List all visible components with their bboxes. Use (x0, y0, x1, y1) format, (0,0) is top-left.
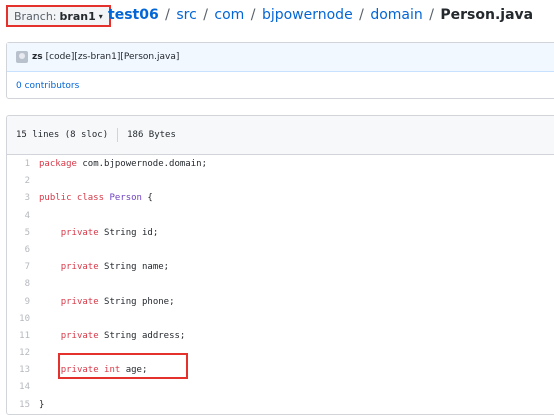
commit-author[interactable]: zs (32, 52, 43, 62)
code-line: 2 (7, 173, 554, 190)
breadcrumb-file-name: Person.java (440, 7, 534, 23)
code-token: com.bjpowernode.domain; (82, 159, 207, 169)
code-line: 8 (7, 276, 554, 293)
code-text: } (39, 397, 44, 414)
code-token: } (39, 399, 45, 410)
breadcrumb-separator: / (250, 7, 256, 23)
code-line: 1 package com.bjpowernode.domain; (7, 156, 554, 173)
line-number[interactable]: 7 (7, 259, 39, 276)
breadcrumb-bjpowernode-link[interactable]: bjpowernode (262, 7, 353, 23)
code-line: 9 private String phone; (7, 294, 554, 311)
line-number[interactable]: 11 (7, 328, 39, 345)
code-line: 12 (7, 345, 554, 362)
code-token: private int (60, 365, 126, 376)
line-number[interactable]: 14 (7, 379, 39, 396)
breadcrumb-src-link[interactable]: src (176, 7, 196, 23)
file-size: 186 Bytes (127, 130, 176, 140)
code-token: String id; (104, 227, 159, 238)
code-token: private (60, 227, 105, 238)
breadcrumb-separator: / (359, 7, 364, 23)
code-token: String address; (104, 330, 186, 341)
code-text: public class Person { (39, 190, 153, 207)
code-line: 6 (7, 242, 554, 259)
line-number[interactable]: 4 (7, 208, 39, 225)
code-token: private (60, 330, 105, 341)
branch-label: Branch: (14, 9, 57, 23)
code-line: 11 private String address; (7, 328, 554, 345)
code-token: age; (125, 365, 148, 376)
code-token: Person (109, 193, 142, 204)
line-number[interactable]: 1 (7, 156, 39, 173)
line-number[interactable]: 5 (7, 225, 39, 242)
code-line: 10 (7, 311, 554, 328)
code-line: 15} (7, 397, 554, 414)
breadcrumb-separator: / (203, 7, 208, 23)
line-number[interactable]: 2 (7, 173, 39, 190)
code-text: private String phone; (39, 294, 175, 311)
breadcrumb: test06 / src / com / bjpowernode / domai… (108, 7, 533, 23)
branch-value: bran1 (59, 9, 96, 23)
breadcrumb-separator: / (165, 7, 170, 23)
line-number[interactable]: 8 (7, 276, 39, 293)
line-number[interactable]: 3 (7, 190, 39, 207)
breadcrumb-separator: / (429, 7, 434, 23)
avatar[interactable] (16, 51, 28, 63)
code-token: private (60, 262, 105, 273)
code-listing: 1 package com.bjpowernode.domain; 2 3 public… (7, 156, 554, 414)
line-number[interactable]: 9 (7, 294, 39, 311)
file-header: 15 lines (8 sloc) 186 Bytes (7, 116, 554, 155)
contributors-link[interactable]: 0 contributors (16, 81, 79, 91)
code-token: package (39, 159, 83, 169)
code-line: 3 public class Person { (7, 190, 554, 207)
contributors-row: 0 contributors (7, 72, 554, 100)
branch-select-button[interactable]: Branch: bran1 ▾ (6, 5, 111, 27)
code-token: { (141, 193, 153, 204)
header-divider (117, 128, 119, 142)
file-viewer: 15 lines (8 sloc) 186 Bytes 1 package com… (6, 115, 554, 415)
line-number[interactable]: 10 (7, 311, 39, 328)
line-number[interactable]: 13 (7, 362, 39, 379)
code-line: 7 private String name; (7, 259, 554, 276)
code-text: private String address; (39, 328, 186, 345)
breadcrumb-repo-link[interactable]: test06 (108, 7, 159, 23)
code-token: String phone; (104, 296, 175, 307)
breadcrumb-bar: Branch: bran1 ▾ test06 / src / com / bjp… (0, 0, 554, 34)
code-token: String name; (104, 262, 170, 273)
line-number[interactable]: 12 (7, 345, 39, 362)
line-number[interactable]: 15 (7, 397, 39, 414)
code-line: 14 (7, 379, 554, 396)
breadcrumb-com-link[interactable]: com (214, 7, 244, 23)
breadcrumb-domain-link[interactable]: domain (370, 7, 422, 23)
code-token: public class (39, 193, 110, 204)
code-line: 5 private String id; (7, 225, 554, 242)
code-text: private String name; (39, 259, 169, 276)
line-number[interactable]: 6 (7, 242, 39, 259)
commit-message[interactable]: [code][zs-bran1][Person.java] (46, 52, 180, 62)
code-text: private String id; (39, 225, 159, 242)
latest-commit-row: zs [code][zs-bran1][Person.java] (7, 43, 554, 72)
code-token: private (60, 296, 105, 307)
chevron-down-icon: ▾ (98, 11, 103, 21)
code-text: private int age; (39, 362, 148, 379)
code-line: 13 private int age; (7, 362, 554, 379)
file-lines-info: 15 lines (8 sloc) (16, 130, 109, 140)
code-line: 4 (7, 208, 554, 225)
code-text: package com.bjpowernode.domain; (39, 156, 207, 173)
commit-info-box: zs [code][zs-bran1][Person.java] 0 contr… (6, 42, 554, 99)
